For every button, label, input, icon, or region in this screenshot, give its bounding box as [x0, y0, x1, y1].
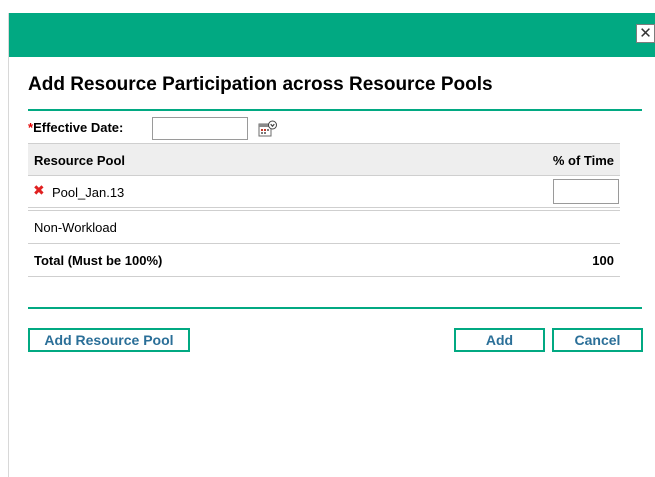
percent-time-input[interactable] [553, 179, 619, 204]
non-workload-row: Non-Workload [28, 211, 620, 244]
total-value: 100 [592, 253, 614, 268]
effective-date-input[interactable] [152, 117, 248, 140]
calendar-icon[interactable] [258, 120, 278, 138]
delete-x-icon[interactable]: ✖ [33, 184, 45, 198]
cancel-button[interactable]: Cancel [552, 328, 643, 352]
add-button[interactable]: Add [454, 328, 545, 352]
total-row: Total (Must be 100%) 100 [28, 244, 620, 277]
column-header-resource-pool: Resource Pool [34, 153, 126, 168]
effective-date-label-text: Effective Date: [33, 120, 124, 135]
title-divider [28, 109, 642, 111]
table-row: ✖ Pool_Jan.13 [28, 176, 620, 208]
add-resource-pool-button[interactable]: Add Resource Pool [28, 328, 190, 352]
column-header-percent-time: % of Time [552, 153, 614, 168]
add-resource-participation-dialog: ✕ Add Resource Participation across Reso… [8, 13, 655, 477]
screen: ✕ Add Resource Participation across Reso… [0, 0, 655, 477]
dialog-title: Add Resource Participation across Resour… [28, 74, 493, 95]
table-header: Resource Pool % of Time [28, 143, 620, 176]
resource-pool-table: Resource Pool % of Time ✖ Pool_Jan.13 No… [28, 143, 620, 277]
page-background-strip [0, 0, 8, 477]
effective-date-row: *Effective Date: [28, 113, 628, 141]
non-workload-label: Non-Workload [34, 220, 117, 235]
total-label: Total (Must be 100%) [34, 253, 163, 268]
footer-divider [28, 307, 642, 309]
effective-date-label: *Effective Date: [28, 120, 123, 135]
dialog-titlebar: ✕ [9, 13, 655, 57]
close-icon[interactable]: ✕ [636, 24, 655, 43]
pool-name: Pool_Jan.13 [52, 185, 125, 200]
